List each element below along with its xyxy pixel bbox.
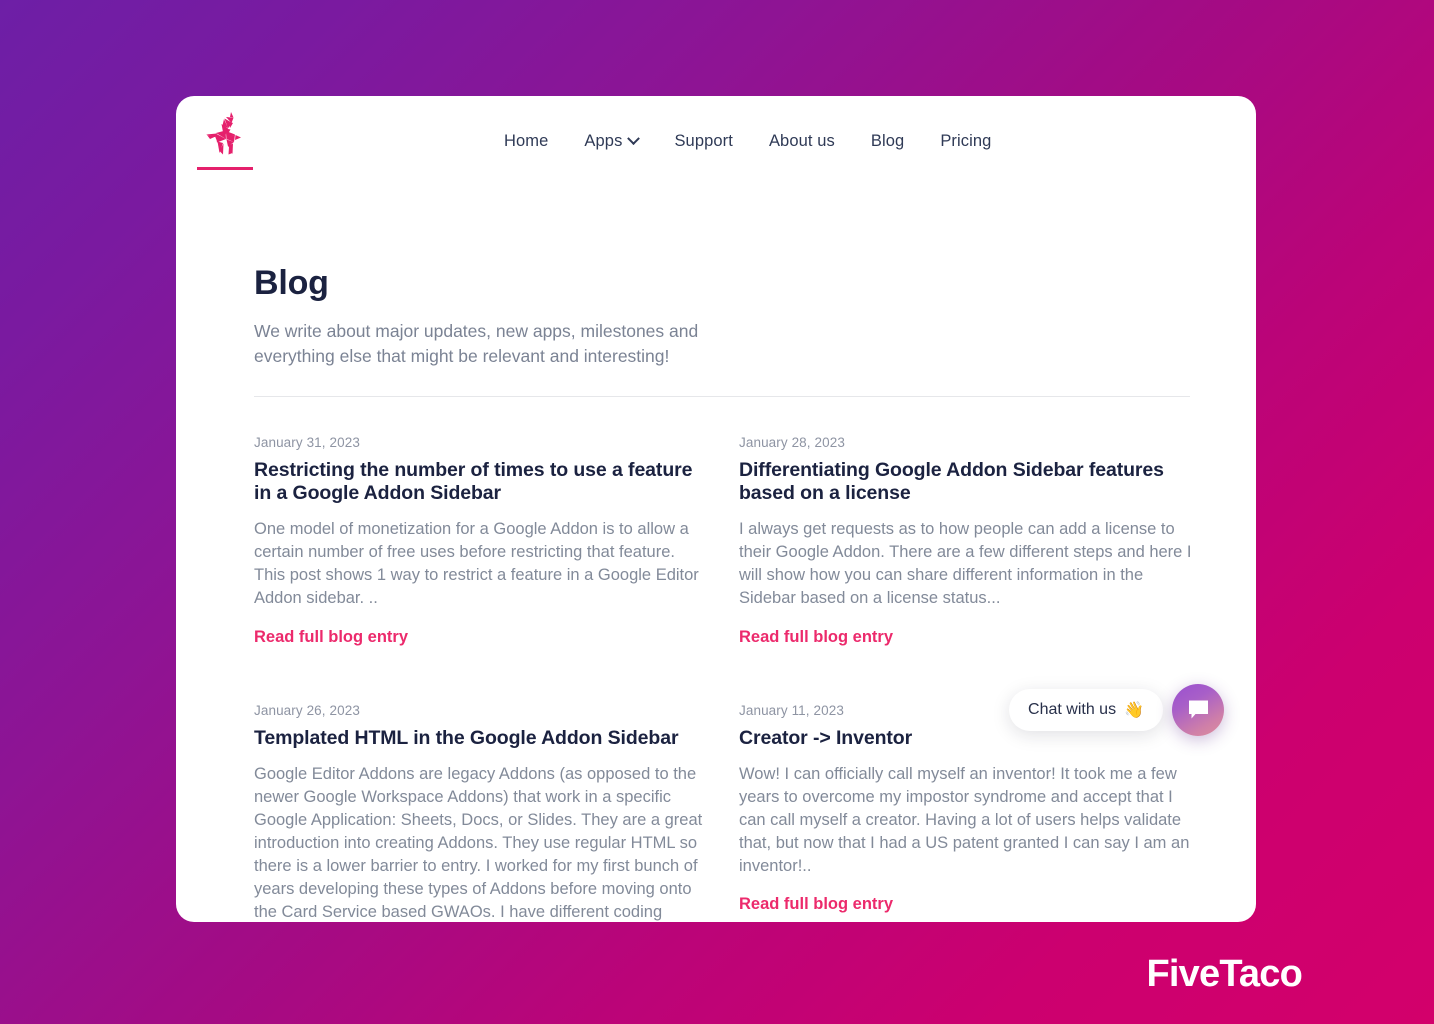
- read-full-blog-entry-link[interactable]: Read full blog entry: [254, 628, 408, 647]
- page-subtitle: We write about major updates, new apps, …: [254, 321, 699, 366]
- chat-widget: Chat with us 👋: [1009, 684, 1224, 736]
- post-date: January 28, 2023: [739, 434, 845, 450]
- blog-post-card[interactable]: January 26, 2023 Templated HTML in the G…: [254, 703, 709, 922]
- post-excerpt: I always get requests as to how people c…: [739, 520, 1192, 608]
- nav-label-blog: Blog: [870, 132, 905, 150]
- post-date: January 26, 2023: [254, 702, 360, 718]
- page-title: Blog: [254, 264, 329, 302]
- chat-pill-label: Chat with us: [1028, 701, 1117, 718]
- nav-label-apps: Apps: [584, 132, 623, 150]
- unicorn-logo-glyph: [206, 112, 241, 155]
- site-header: Home Apps Support About us Blog Pricing: [176, 96, 1256, 188]
- chat-bubble-icon: [1188, 700, 1208, 719]
- nav-label-about-us: About us: [768, 132, 835, 150]
- blog-main: Blog We write about major updates, new a…: [176, 188, 1256, 922]
- nav-item-support[interactable]: Support: [656, 126, 751, 157]
- post-excerpt: Wow! I can officially call myself an inv…: [739, 764, 1190, 876]
- post-title[interactable]: Differentiating Google Addon Sidebar fea…: [739, 459, 1194, 505]
- site-page-card: Home Apps Support About us Blog Pricing …: [176, 96, 1256, 922]
- blog-posts-grid: January 31, 2023 Restricting the number …: [254, 435, 1192, 922]
- read-full-blog-entry-link[interactable]: Read full blog entry: [739, 895, 893, 914]
- post-date: January 31, 2023: [254, 434, 360, 450]
- header-divider: [254, 395, 1190, 397]
- main-navigation: Home Apps Support About us Blog Pricing: [486, 126, 1009, 157]
- logo-underline: [197, 167, 253, 170]
- nav-item-blog[interactable]: Blog: [853, 126, 922, 157]
- fivetaco-watermark: FiveTaco: [1146, 953, 1302, 995]
- blog-post-card[interactable]: January 31, 2023 Restricting the number …: [254, 435, 709, 647]
- read-full-blog-entry-link[interactable]: Read full blog entry: [739, 628, 893, 647]
- nav-item-about-us[interactable]: About us: [751, 126, 853, 157]
- chat-with-us-button[interactable]: Chat with us 👋: [1009, 689, 1163, 731]
- nav-item-home[interactable]: Home: [486, 126, 566, 157]
- nav-item-apps[interactable]: Apps: [566, 126, 656, 157]
- blog-post-card[interactable]: January 28, 2023 Differentiating Google …: [739, 435, 1194, 647]
- post-excerpt: Google Editor Addons are legacy Addons (…: [254, 764, 703, 922]
- chat-launcher-button[interactable]: [1172, 684, 1224, 736]
- post-title[interactable]: Restricting the number of times to use a…: [254, 459, 709, 505]
- nav-item-pricing[interactable]: Pricing: [922, 126, 1009, 157]
- nav-label-home: Home: [504, 132, 549, 150]
- post-excerpt: One model of monetization for a Google A…: [254, 520, 699, 608]
- post-title[interactable]: Templated HTML in the Google Addon Sideb…: [254, 727, 709, 750]
- nav-label-pricing: Pricing: [940, 132, 992, 150]
- chevron-down-icon: [627, 132, 641, 146]
- waving-hand-icon: 👋: [1124, 702, 1144, 719]
- unicorn-logo-icon[interactable]: [194, 108, 256, 170]
- nav-label-support: Support: [674, 132, 733, 150]
